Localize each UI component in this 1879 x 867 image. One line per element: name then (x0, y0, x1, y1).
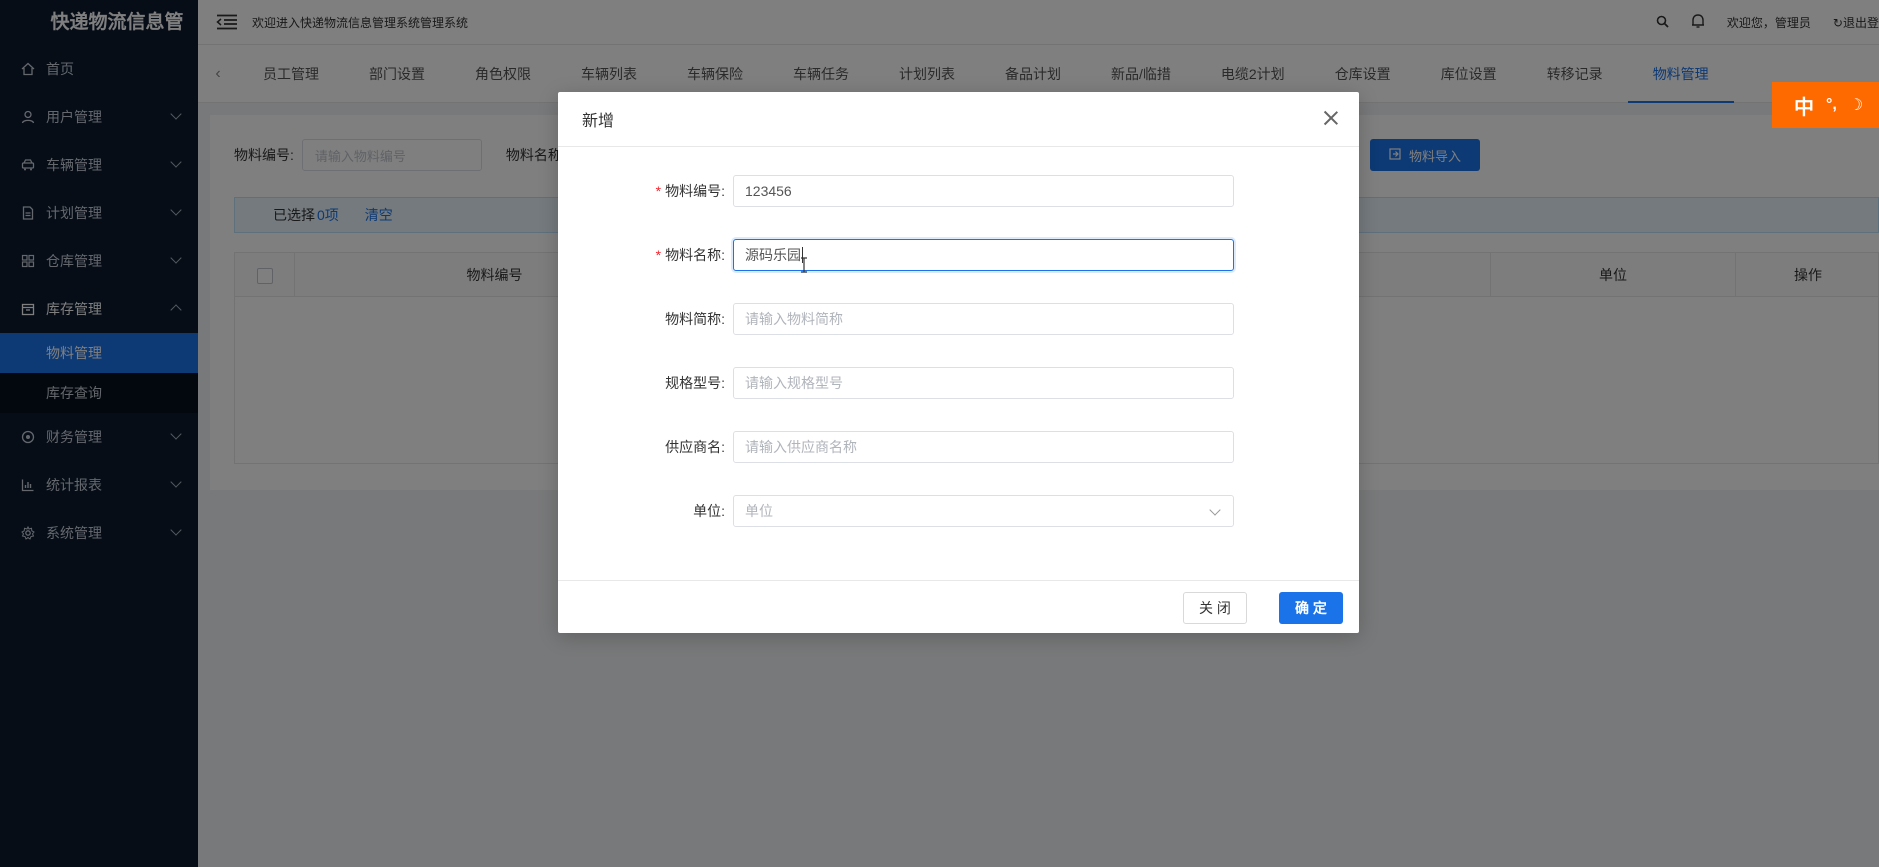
placeholder-text: 请输入物料简称 (745, 311, 843, 327)
form-row-short: 物料简称: 请输入物料简称 (558, 303, 1359, 335)
field-label-name: * 物料名称: (558, 245, 733, 265)
field-label-code: * 物料编号: (558, 181, 733, 201)
spec-model-input[interactable]: 请输入规格型号 (733, 367, 1234, 399)
form-row-spec: 规格型号: 请输入规格型号 (558, 367, 1359, 399)
placeholder-text: 请输入供应商名称 (745, 439, 857, 455)
text-cursor-icon (800, 257, 808, 273)
material-name-input[interactable]: 源码乐园 (733, 239, 1234, 271)
chevron-down-icon (1209, 504, 1221, 516)
ime-punct: °, (1826, 96, 1837, 113)
dialog-footer: 关 闭 确 定 (558, 580, 1359, 633)
form-row-name: * 物料名称: 源码乐园 (558, 239, 1359, 271)
form-row-supplier: 供应商名: 请输入供应商名称 (558, 431, 1359, 463)
ime-indicator[interactable]: 中 °, ☽ (1772, 82, 1879, 128)
field-label-spec: 规格型号: (665, 375, 725, 391)
unit-select[interactable]: 单位 (733, 495, 1234, 527)
moon-icon: ☽ (1848, 97, 1864, 114)
placeholder-text: 请输入规格型号 (745, 375, 843, 391)
field-label-supplier: 供应商名: (665, 439, 725, 455)
material-short-name-input[interactable]: 请输入物料简称 (733, 303, 1234, 335)
material-code-input[interactable]: 123456 (733, 175, 1234, 207)
placeholder-text: 单位 (745, 503, 773, 519)
form-row-unit: 单位: 单位 (558, 495, 1359, 527)
required-mark: * (655, 183, 662, 199)
material-name-value: 源码乐园 (745, 247, 801, 263)
label-text: 物料名称: (665, 247, 725, 263)
close-icon[interactable] (1321, 108, 1341, 128)
field-label-short: 物料简称: (665, 311, 725, 327)
form-row-code: * 物料编号: 123456 (558, 175, 1359, 207)
confirm-button[interactable]: 确 定 (1279, 592, 1343, 624)
field-label-unit: 单位: (693, 503, 725, 519)
label-text: 物料编号: (665, 183, 725, 199)
add-material-dialog: 新增 * 物料编号: 123456 * 物料名称: 源码乐园 物料简称: 请输入物料… (558, 92, 1359, 633)
dialog-title: 新增 (582, 113, 615, 130)
close-button[interactable]: 关 闭 (1183, 592, 1247, 624)
supplier-name-input[interactable]: 请输入供应商名称 (733, 431, 1234, 463)
required-mark: * (655, 247, 662, 263)
dialog-header: 新增 (558, 92, 1359, 147)
ime-mode: 中 (1794, 96, 1814, 119)
